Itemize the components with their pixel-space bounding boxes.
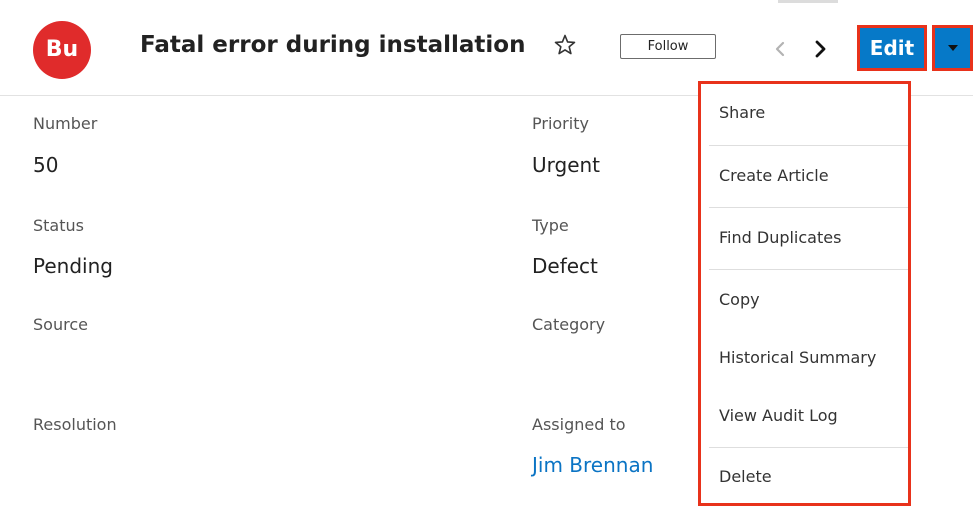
chevron-right-icon[interactable] — [814, 40, 828, 58]
record-view: Bu Fatal error during installation Follo… — [0, 0, 973, 511]
menu-item-find-duplicates[interactable]: Find Duplicates — [701, 208, 908, 268]
field-label-type: Type — [532, 216, 569, 235]
actions-dropdown-button[interactable] — [932, 25, 973, 71]
edit-button[interactable]: Edit — [857, 25, 927, 71]
actions-dropdown-menu: Share Create Article Find Duplicates Cop… — [698, 81, 911, 506]
header-top-strip — [778, 0, 838, 3]
field-label-source: Source — [33, 315, 88, 334]
menu-item-view-audit-log[interactable]: View Audit Log — [701, 386, 908, 446]
menu-item-historical-summary[interactable]: Historical Summary — [701, 328, 908, 388]
module-avatar: Bu — [33, 21, 91, 79]
menu-item-share[interactable]: Share — [701, 84, 908, 144]
field-label-priority: Priority — [532, 114, 589, 133]
field-label-status: Status — [33, 216, 84, 235]
menu-item-create-article[interactable]: Create Article — [701, 146, 908, 206]
menu-item-delete[interactable]: Delete — [701, 448, 908, 508]
menu-item-copy[interactable]: Copy — [701, 270, 908, 330]
caret-down-icon — [948, 45, 958, 51]
field-label-resolution: Resolution — [33, 415, 117, 434]
chevron-left-icon[interactable] — [774, 41, 786, 57]
field-value-type: Defect — [532, 254, 598, 278]
follow-button[interactable]: Follow — [620, 34, 716, 59]
field-value-number: 50 — [33, 153, 59, 177]
field-value-status: Pending — [33, 254, 113, 278]
field-label-category: Category — [532, 315, 606, 334]
star-icon[interactable] — [553, 33, 577, 57]
record-title: Fatal error during installation — [140, 32, 526, 58]
field-label-number: Number — [33, 114, 98, 133]
field-label-assigned-to: Assigned to — [532, 415, 626, 434]
field-value-priority: Urgent — [532, 153, 601, 177]
assigned-user-link[interactable]: Jim Brennan — [532, 453, 653, 477]
